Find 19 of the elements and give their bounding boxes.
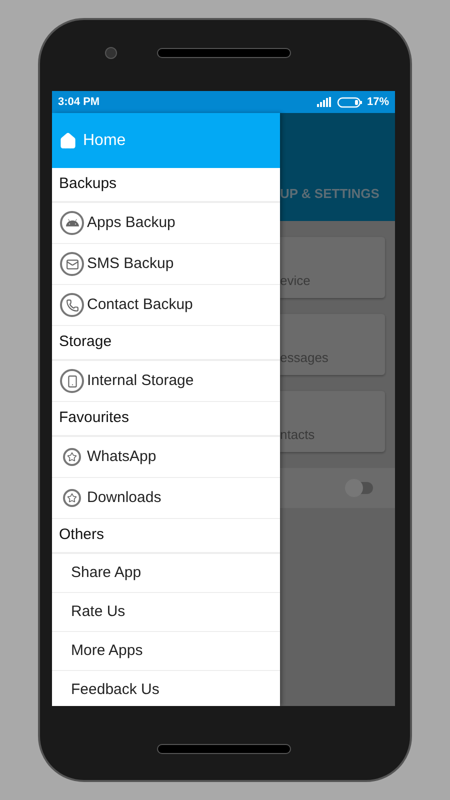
status-time: 3:04 PM — [58, 94, 100, 110]
signal-icon — [316, 97, 331, 107]
toggle-switch[interactable] — [345, 479, 375, 497]
battery-icon — [336, 96, 363, 108]
battery-percent: 17% — [366, 94, 389, 110]
section-heading: Backups — [59, 174, 117, 194]
phone-icon — [60, 293, 84, 317]
section-heading: Favourites — [59, 408, 130, 428]
section-heading: Others — [59, 525, 104, 546]
drawer-item[interactable]: Internal Storage — [52, 361, 280, 402]
drawer-item[interactable]: SMS Backup — [52, 244, 280, 285]
home-icon — [59, 132, 77, 150]
app-bar-title: UP & SETTINGS — [280, 184, 380, 202]
camera-icon — [105, 47, 117, 59]
section-heading: Storage — [59, 332, 112, 352]
android-icon — [60, 211, 84, 235]
drawer-item[interactable]: Apps Backup — [52, 203, 280, 244]
smartphone-icon — [60, 369, 84, 393]
envelope-icon — [60, 252, 84, 276]
